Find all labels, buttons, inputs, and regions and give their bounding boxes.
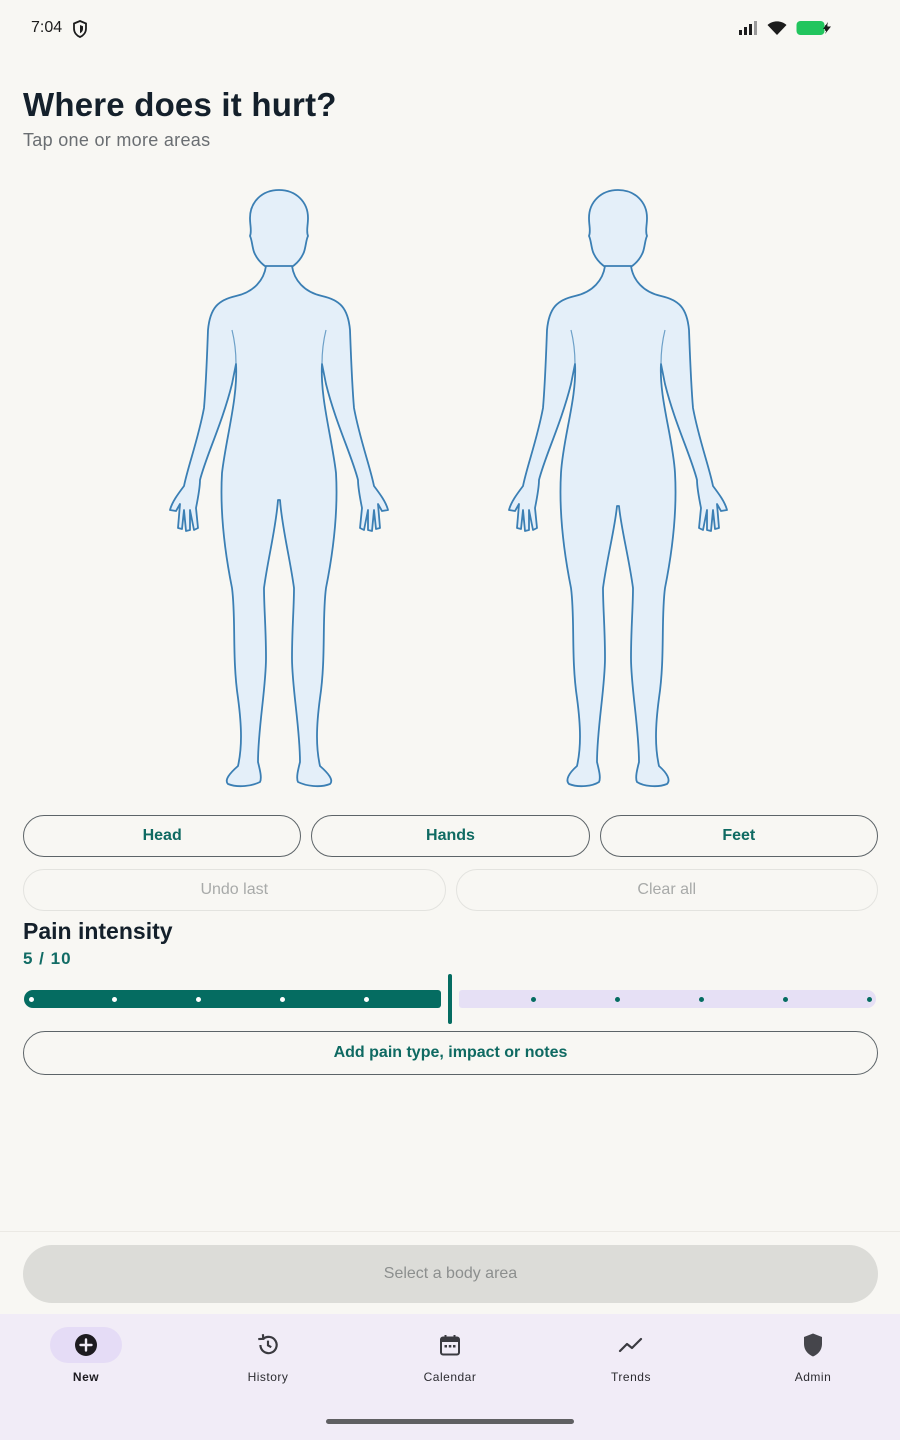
- slider-track-inactive: [459, 990, 876, 1008]
- selection-actions: Undo last Clear all: [23, 869, 878, 911]
- calendar-icon: [414, 1327, 486, 1363]
- body-figure-front[interactable]: [166, 188, 392, 792]
- wifi-icon: [767, 20, 787, 41]
- chip-head[interactable]: Head: [23, 815, 302, 857]
- body-map: [0, 180, 900, 800]
- quick-select-chips: Head Hands Feet: [23, 815, 878, 857]
- nav-label-history: History: [247, 1370, 289, 1384]
- slider-tick: [279, 997, 285, 1002]
- chip-feet[interactable]: Feet: [599, 815, 878, 857]
- pain-intensity-slider[interactable]: [24, 974, 876, 1024]
- status-time: 7:04: [31, 19, 63, 36]
- pain-intensity-value: 5 / 10: [23, 949, 72, 968]
- body-figure-back[interactable]: [505, 188, 731, 792]
- pain-intensity-title: Pain intensity: [23, 918, 173, 944]
- slider-tick: [866, 997, 872, 1002]
- page-subtitle: Tap one or more areas: [23, 130, 211, 150]
- chip-hands[interactable]: Hands: [311, 815, 590, 857]
- slider-tick: [28, 997, 34, 1002]
- slider-tick: [782, 997, 788, 1002]
- history-icon: [232, 1327, 304, 1363]
- shield-icon: [72, 20, 88, 43]
- page-title: Where does it hurt?: [23, 86, 337, 123]
- slider-track-active: [24, 990, 441, 1008]
- gesture-handle: [326, 1419, 574, 1424]
- nav-item-admin[interactable]: Admin: [723, 1314, 900, 1394]
- shield-icon: [777, 1327, 849, 1363]
- status-bar: 7:04: [0, 0, 900, 58]
- divider: [0, 1231, 900, 1232]
- undo-last-button[interactable]: Undo last: [23, 869, 446, 911]
- nav-item-trends[interactable]: Trends: [541, 1314, 721, 1394]
- battery-charging-icon: [796, 20, 832, 41]
- nav-item-calendar[interactable]: Calendar: [360, 1314, 540, 1394]
- nav-item-history[interactable]: History: [178, 1314, 358, 1394]
- slider-thumb[interactable]: [448, 974, 452, 1024]
- add-circle-icon: [50, 1327, 122, 1363]
- trends-icon: [595, 1327, 667, 1363]
- nav-label-admin: Admin: [794, 1370, 832, 1384]
- slider-tick: [698, 997, 704, 1002]
- slider-tick: [363, 997, 369, 1002]
- select-body-area-button[interactable]: Select a body area: [23, 1245, 878, 1303]
- nav-label-trends: Trends: [611, 1370, 651, 1384]
- signal-icon: [738, 21, 758, 40]
- nav-label-calendar: Calendar: [423, 1370, 477, 1384]
- add-notes-button[interactable]: Add pain type, impact or notes: [23, 1031, 878, 1075]
- nav-item-new[interactable]: New: [0, 1314, 176, 1394]
- nav-label-new: New: [72, 1370, 100, 1384]
- clear-all-button[interactable]: Clear all: [455, 869, 878, 911]
